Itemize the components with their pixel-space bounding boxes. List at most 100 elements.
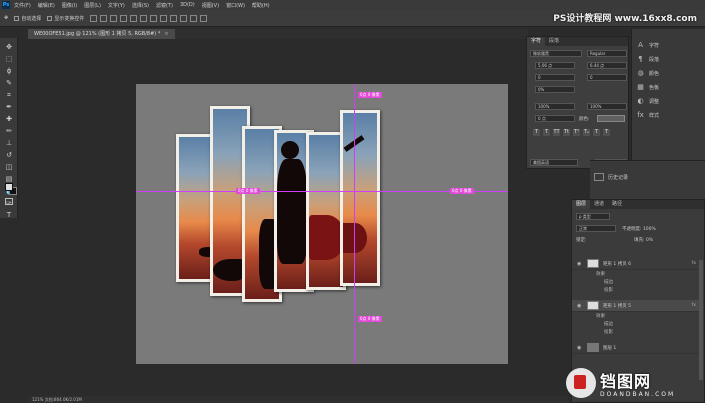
tab-paragraph[interactable]: 段落: [545, 37, 563, 46]
faux-bold-button[interactable]: T: [533, 129, 540, 136]
panel-label: 段落: [649, 56, 660, 63]
menu-select[interactable]: 选择(S): [132, 2, 149, 9]
layer-name[interactable]: 图层 1: [603, 345, 616, 351]
faux-italic-button[interactable]: T: [543, 129, 550, 136]
layer-name[interactable]: 矩形 1 拷贝 6: [603, 261, 631, 267]
auto-select-option[interactable]: 自动选择: [14, 15, 41, 22]
distribute-bottom-icon[interactable]: [170, 14, 178, 22]
document-tab[interactable]: WE00OFE51.jpg @ 121% (图形 1 拷贝 5, RGB/8#)…: [28, 29, 175, 39]
layer-row-selected[interactable]: ◉ 矩形 1 拷贝 5 fx: [572, 300, 700, 312]
blend-mode-select[interactable]: 正常: [576, 225, 616, 232]
eyedropper-tool-icon[interactable]: ✒: [3, 102, 15, 112]
menu-layer[interactable]: 图层(L): [84, 2, 101, 9]
menu-window[interactable]: 窗口(W): [226, 2, 245, 9]
fill-control[interactable]: 填充: 0%: [634, 237, 653, 243]
panel-styles-button[interactable]: fx 样式: [632, 109, 704, 121]
effect-stroke[interactable]: 描边: [604, 321, 613, 329]
quick-select-tool-icon[interactable]: ✎: [3, 78, 15, 88]
text-color-swatch[interactable]: [597, 115, 625, 122]
lasso-tool-icon[interactable]: ϕ: [3, 66, 15, 76]
eraser-tool-icon[interactable]: ◫: [3, 162, 15, 172]
menu-view[interactable]: 视图(V): [202, 2, 219, 9]
menu-3d[interactable]: 3D(D): [180, 2, 195, 8]
align-vcenter-icon[interactable]: [100, 14, 108, 22]
align-hcenter-icon[interactable]: [130, 14, 138, 22]
menu-image[interactable]: 图像(I): [62, 2, 77, 9]
panel-paragraph-button[interactable]: ¶ 段落: [632, 53, 704, 65]
tab-character[interactable]: 字符: [527, 37, 546, 46]
distribute-hcenter-icon[interactable]: [190, 14, 198, 22]
font-style-select[interactable]: Regular: [587, 50, 627, 57]
move-tool-icon[interactable]: ✥: [4, 15, 8, 21]
close-icon[interactable]: ×: [164, 29, 168, 39]
vertical-scale-field[interactable]: 100%: [535, 103, 575, 110]
effect-stroke[interactable]: 描边: [604, 279, 613, 287]
document-canvas[interactable]: 0点 0 像素 0点 0 像素 0点 0 像素 0点 0 像素: [136, 84, 508, 364]
small-caps-button[interactable]: Tt: [563, 129, 570, 136]
move-tool-icon[interactable]: ✥: [3, 42, 15, 52]
opacity-control[interactable]: 不透明度: 100%: [622, 226, 656, 232]
show-transform-option[interactable]: 显示变换控件: [47, 15, 84, 22]
panel-swatches-button[interactable]: ▦ 色板: [632, 81, 704, 93]
panel-color-button[interactable]: ◍ 颜色: [632, 67, 704, 79]
layer-fx-badge[interactable]: fx: [692, 303, 696, 308]
menu-filter[interactable]: 滤镜(T): [156, 2, 173, 9]
align-top-icon[interactable]: [90, 14, 98, 22]
effect-drop-shadow[interactable]: 投影: [604, 287, 613, 295]
distribute-right-icon[interactable]: [200, 14, 208, 22]
menu-edit[interactable]: 编辑(E): [38, 2, 55, 9]
history-item[interactable]: 历史记录: [608, 174, 628, 181]
font-family-select[interactable]: 微软雅黑: [530, 50, 582, 57]
distribute-vcenter-icon[interactable]: [160, 14, 168, 22]
underline-button[interactable]: T: [593, 129, 600, 136]
history-snapshot-thumb[interactable]: [594, 173, 604, 181]
align-left-icon[interactable]: [120, 14, 128, 22]
baseline-shift-field[interactable]: 0 点: [535, 115, 575, 122]
language-select[interactable]: 美国英语: [530, 159, 578, 166]
align-bottom-icon[interactable]: [110, 14, 118, 22]
tab-paths[interactable]: 路径: [608, 200, 626, 209]
crop-tool-icon[interactable]: ⌗: [3, 90, 15, 100]
photo-strip[interactable]: [340, 110, 380, 286]
layer-row[interactable]: ◉ 图层 1: [572, 342, 700, 354]
menu-help[interactable]: 帮助(H): [252, 2, 270, 9]
subscript-button[interactable]: T₁: [583, 129, 590, 136]
menu-type[interactable]: 文字(Y): [108, 2, 125, 9]
layer-filter-select[interactable]: ρ 类型: [576, 213, 610, 220]
visibility-eye-icon[interactable]: ◉: [577, 345, 583, 351]
panel-adjustments-button[interactable]: ◐ 调整: [632, 95, 704, 107]
tsume-field[interactable]: 0%: [535, 86, 575, 93]
horizontal-scale-field[interactable]: 100%: [587, 103, 627, 110]
visibility-eye-icon[interactable]: ◉: [577, 303, 583, 309]
tracking-field[interactable]: 0: [587, 74, 627, 81]
tab-layers[interactable]: 图层: [572, 200, 591, 209]
smart-guide-label: 0点 0 像素: [236, 188, 260, 194]
distribute-left-icon[interactable]: [180, 14, 188, 22]
stamp-tool-icon[interactable]: ⊥: [3, 138, 15, 148]
visibility-eye-icon[interactable]: ◉: [577, 261, 583, 267]
distribute-top-icon[interactable]: [150, 14, 158, 22]
history-brush-icon[interactable]: ↺: [3, 150, 15, 160]
tab-channels[interactable]: 通道: [590, 200, 608, 209]
type-tool-icon[interactable]: T: [3, 210, 15, 220]
layer-name[interactable]: 矩形 1 拷贝 5: [603, 303, 631, 309]
marquee-tool-icon[interactable]: ⬚: [3, 54, 15, 64]
brush-tool-icon[interactable]: ✏: [3, 126, 15, 136]
font-size-field[interactable]: 5.06 点: [535, 62, 575, 69]
effect-drop-shadow[interactable]: 投影: [604, 329, 613, 337]
strikethrough-button[interactable]: T: [603, 129, 610, 136]
superscript-button[interactable]: T¹: [573, 129, 580, 136]
foreground-color-swatch[interactable]: [5, 183, 13, 191]
layer-fx-badge[interactable]: fx: [692, 261, 696, 266]
quick-mask-icon[interactable]: [5, 198, 13, 205]
auto-select-checkbox[interactable]: [14, 15, 20, 21]
panel-character-button[interactable]: A 字符: [632, 39, 704, 51]
all-caps-button[interactable]: TT: [553, 129, 560, 136]
menu-file[interactable]: 文件(F): [14, 2, 31, 9]
kerning-field[interactable]: 0: [535, 74, 575, 81]
leading-field[interactable]: 6.44 点: [587, 62, 627, 69]
align-right-icon[interactable]: [140, 14, 148, 22]
layer-row[interactable]: ◉ 矩形 1 拷贝 6 fx: [572, 258, 700, 270]
healing-tool-icon[interactable]: ✚: [3, 114, 15, 124]
show-transform-checkbox[interactable]: [47, 15, 53, 21]
